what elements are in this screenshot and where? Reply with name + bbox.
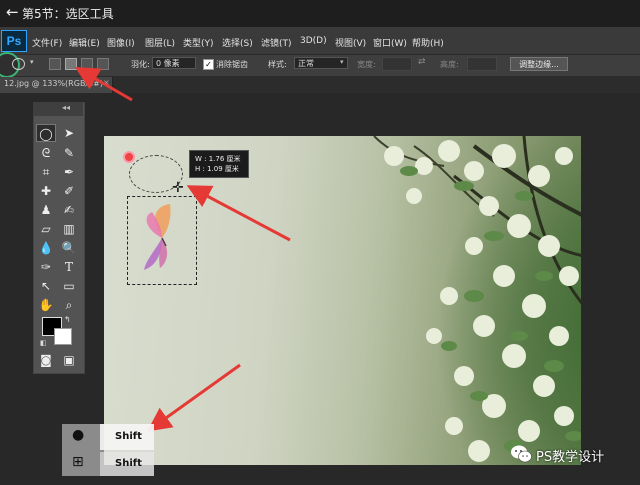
gradient-tool-icon[interactable]: ▥ (59, 220, 79, 238)
feather-input[interactable]: 0 像素 (152, 57, 196, 69)
page-title: 第5节：选区工具 (22, 7, 114, 21)
tools-panel-header[interactable] (33, 102, 83, 116)
photoshop-logo: Ps (1, 30, 27, 52)
antialias-checkbox[interactable]: ✓ (203, 59, 214, 70)
feather-label: 羽化: (131, 60, 150, 69)
chevron-down-icon: ▾ (340, 58, 344, 66)
close-icon[interactable]: × (103, 78, 110, 87)
lasso-tool-icon[interactable]: ᘓ (36, 144, 56, 162)
crop-tool-icon[interactable]: ⌗ (36, 163, 56, 181)
apple-icon: ● (72, 427, 85, 443)
type-tool-icon[interactable]: T (59, 258, 79, 276)
pen-tool-icon[interactable]: ✑ (36, 258, 56, 276)
history-brush-tool-icon[interactable]: ✍ (59, 201, 79, 219)
click-indicator (123, 151, 135, 163)
screen-mode-icon[interactable]: ▣ (59, 351, 79, 369)
crosshair-cursor-icon: ✛ (172, 180, 184, 196)
chevron-down-icon[interactable]: ▾ (30, 58, 34, 66)
menu-image[interactable]: 图像(I) (107, 36, 135, 49)
new-selection-button[interactable] (49, 58, 61, 70)
menu-filter[interactable]: 滤镜(T) (261, 36, 292, 49)
default-colors-icon[interactable]: ◧ (40, 339, 47, 347)
document-tab-label: 12.jpg @ 133%(RGB/8#) (4, 79, 104, 88)
width-label: 宽度: (357, 60, 376, 69)
menu-type[interactable]: 类型(Y) (183, 36, 214, 49)
move-tool-icon[interactable]: ➤ (59, 124, 79, 142)
menu-view[interactable]: 视图(V) (335, 36, 366, 49)
height-label: 高度: (440, 60, 459, 69)
width-input[interactable] (382, 57, 412, 71)
menu-layer[interactable]: 图层(L) (145, 36, 175, 49)
quick-selection-tool-icon[interactable]: ✎ (59, 144, 79, 162)
tooltip-height: H : 1.09 厘米 (195, 165, 239, 173)
blur-tool-icon[interactable]: 💧 (36, 239, 56, 257)
watermark-text: PS教学设计 (536, 450, 605, 465)
menu-window[interactable]: 窗口(W) (373, 36, 407, 49)
eyedropper-tool-icon[interactable]: ✒ (59, 163, 79, 181)
height-input[interactable] (467, 57, 497, 71)
zoom-tool-icon[interactable]: ⌕ (59, 296, 79, 314)
swap-icon[interactable]: ⇄ (418, 57, 426, 67)
tooltip-width: W : 1.76 厘米 (195, 155, 241, 163)
style-label: 样式: (268, 60, 287, 69)
windows-icon: ⊞ (72, 454, 84, 470)
quick-mask-icon[interactable]: ◙ (36, 351, 56, 369)
clone-stamp-tool-icon[interactable]: ♟ (36, 201, 56, 219)
wechat-icon (511, 445, 532, 463)
menu-select[interactable]: 选择(S) (222, 36, 253, 49)
win-shift-label: Shift (115, 458, 142, 469)
refine-edge-button[interactable]: 调整边缘... (510, 57, 568, 71)
hand-tool-icon[interactable]: ✋ (36, 296, 56, 314)
add-to-selection-button[interactable] (65, 58, 77, 70)
menu-edit[interactable]: 编辑(E) (69, 36, 100, 49)
collapse-icon[interactable]: ◂◂ (62, 103, 70, 112)
elliptical-marquee-tool-icon[interactable]: ◯ (36, 124, 56, 142)
menu-3d[interactable]: 3D(D) (300, 36, 327, 46)
intersect-selection-button[interactable] (97, 58, 109, 70)
swap-colors-icon[interactable]: ↰ (64, 315, 71, 324)
subtract-from-selection-button[interactable] (81, 58, 93, 70)
blossom-branch-image (373, 136, 581, 462)
butterfly-image (144, 204, 171, 270)
mac-shift-label: Shift (115, 431, 142, 442)
menu-file[interactable]: 文件(F) (32, 36, 62, 49)
healing-brush-tool-icon[interactable]: ✚ (36, 182, 56, 200)
path-selection-tool-icon[interactable]: ↖ (36, 277, 56, 295)
menu-help[interactable]: 帮助(H) (412, 36, 444, 49)
back-arrow-icon[interactable]: ← (6, 3, 19, 21)
eraser-tool-icon[interactable]: ▱ (36, 220, 56, 238)
antialias-label: 消除锯齿 (216, 60, 248, 69)
rectangle-tool-icon[interactable]: ▭ (59, 277, 79, 295)
elliptical-marquee-icon[interactable] (12, 58, 25, 70)
brush-tool-icon[interactable]: ✐ (59, 182, 79, 200)
background-color-swatch[interactable] (54, 328, 72, 345)
dodge-tool-icon[interactable]: 🔍 (59, 239, 79, 257)
